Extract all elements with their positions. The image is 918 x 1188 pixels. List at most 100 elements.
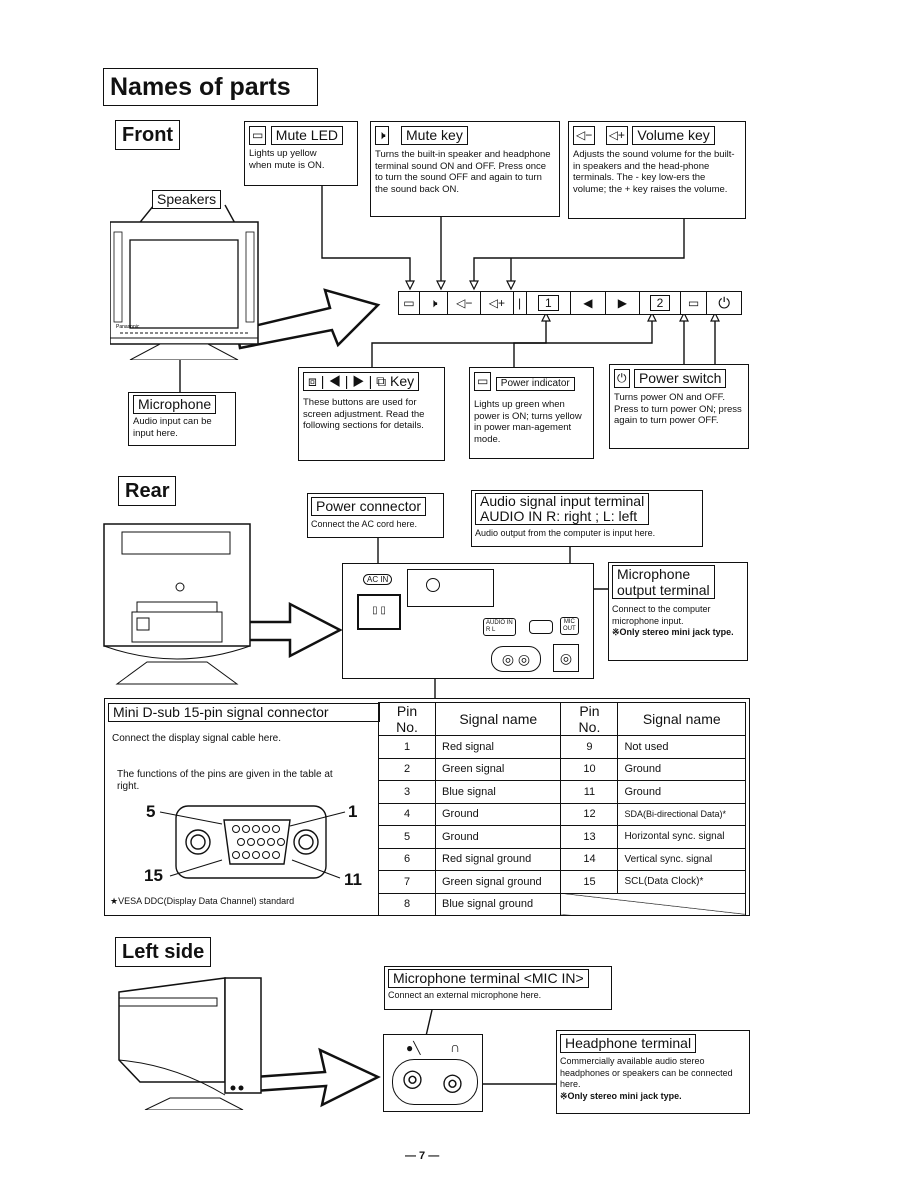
front-control-panel: ▭ 🕨 ◁− ◁+ | 1 ◀ ▶ 2 ▭ ⏻ xyxy=(398,291,742,315)
rear-blank-slot xyxy=(529,620,553,634)
key-2-button[interactable]: 2 xyxy=(640,292,681,314)
mute-key-button[interactable]: 🕨 xyxy=(420,292,449,314)
table-row: 5 Ground 13 Horizontal sync. signal xyxy=(378,825,746,849)
volume-up-icon: ◁+ xyxy=(605,126,628,146)
signal-name: Not used xyxy=(617,735,746,759)
monitor-left-side-illustration xyxy=(115,970,265,1111)
mute-led: ▭ xyxy=(399,292,420,314)
speaker-mute-icon: 🕨 xyxy=(375,126,389,146)
adjust-keys-title: ⧈ | ◀ | ▶ | ⧉ Key xyxy=(303,372,420,391)
pin-number: 3 xyxy=(378,780,436,804)
ac-in-label: AC IN xyxy=(363,574,393,585)
col-pin-no-2: Pin No. xyxy=(560,702,619,736)
callout-mute-key: 🕨 Mute key Turns the built-in speaker an… xyxy=(370,121,560,217)
speakers-label: Speakers xyxy=(152,190,222,209)
monitor-rear-illustration xyxy=(102,522,252,692)
callout-power-indicator: ▭ Power indicator Lights up green when p… xyxy=(469,367,594,459)
page-number: — 7 — xyxy=(405,1150,440,1162)
pin-number: 15 xyxy=(560,870,619,894)
callout-power-connector: Power connector Connect the AC cord here… xyxy=(307,493,444,538)
headphone-note: ※Only stereo mini jack type. xyxy=(560,1090,682,1101)
mic-in-jack[interactable]: ◎ xyxy=(402,1067,423,1091)
callout-mute-led: ▭ Mute LED Lights up yellow when mute is… xyxy=(244,121,358,186)
pin-table-header: Pin No. Signal name Pin No. Signal name xyxy=(378,702,746,736)
pin-number: 12 xyxy=(560,802,619,826)
pin-number: 4 xyxy=(378,802,436,826)
pin-number: 7 xyxy=(378,870,436,894)
power-switch-title: Power switch xyxy=(633,369,727,388)
left-arrow-button[interactable]: ◀ xyxy=(571,292,606,314)
signal-name: Ground xyxy=(617,757,746,781)
callout-headphone: Headphone terminal Commercially availabl… xyxy=(556,1030,750,1114)
headphone-jack[interactable]: ◎ xyxy=(442,1071,463,1095)
table-row: 1 Red signal 9 Not used xyxy=(378,735,746,759)
volume-key-description: Adjusts the sound volume for the built-i… xyxy=(573,149,735,195)
signal-name: Blue signal ground xyxy=(434,892,562,916)
signal-name: Ground xyxy=(434,802,562,826)
mute-led-description: Lights up yellow when mute is ON. xyxy=(249,148,325,171)
audio-in-title: Audio signal input terminal AUDIO IN R: … xyxy=(475,493,650,525)
signal-name: Ground xyxy=(617,780,746,804)
microphone-icon: ●╲ xyxy=(406,1041,421,1055)
callout-adjust-keys: ⧈ | ◀ | ▶ | ⧉ Key These buttons are used… xyxy=(298,367,445,461)
audio-in-jacks[interactable]: ◎ ◎ xyxy=(491,646,541,672)
page-title: Names of parts xyxy=(103,68,318,106)
table-row: 6 Red signal ground 14 Vertical sync. signa… xyxy=(378,847,746,871)
signal-name: Green signal ground xyxy=(434,870,562,894)
pin-label-15: 15 xyxy=(144,866,163,885)
table-row: 2 Green signal 10 Ground xyxy=(378,757,746,781)
mic-out-description: Connect to the computer microphone input… xyxy=(612,604,711,626)
volume-down-button[interactable]: ◁− xyxy=(448,292,482,314)
headphone-description: Commercially available audio stereo head… xyxy=(560,1056,733,1089)
side-jack-panel: ●╲ ∩ ◎ ◎ xyxy=(383,1034,483,1112)
dsub-connector-cover xyxy=(407,569,494,607)
pin-number: 9 xyxy=(560,735,619,759)
headphone-title: Headphone terminal xyxy=(560,1034,697,1053)
signal-name: Horizontal sync. signal xyxy=(617,825,746,849)
power-indicator-led: ▭ xyxy=(681,292,708,314)
mic-in-description: Connect an external microphone here. xyxy=(388,990,542,1000)
pin-number: 10 xyxy=(560,757,619,781)
signal-name: Red signal xyxy=(434,735,562,759)
audio-in-port-label: AUDIO IN R L xyxy=(483,618,516,636)
microphone-title: Microphone xyxy=(133,395,217,414)
volume-key-title: Volume key xyxy=(632,126,715,145)
col-pin-no: Pin No. xyxy=(378,702,436,736)
power-switch-description: Turns power ON and OFF. Press to turn po… xyxy=(614,392,742,427)
mute-key-description: Turns the built-in speaker and headphone… xyxy=(375,149,551,195)
power-connector-description: Connect the AC cord here. xyxy=(311,519,418,529)
monitor-front-illustration: Panasonic xyxy=(109,220,265,361)
adjust-keys-description: These buttons are used for screen adjust… xyxy=(303,397,425,431)
signal-name: Blue signal xyxy=(434,780,562,804)
audio-in-description: Audio output from the computer is input … xyxy=(475,528,656,538)
mute-led-title: Mute LED xyxy=(270,126,344,145)
dsub-pins-note: The functions of the pins are given in t… xyxy=(117,769,333,792)
vesa-footnote: ★VESA DDC(Display Data Channel) standard xyxy=(110,896,295,906)
table-row: 8 Blue signal ground xyxy=(378,892,746,916)
key-1-icon: ⧈ | ◀ | ▶ | ⧉ xyxy=(308,373,391,389)
signal-name: Ground xyxy=(434,825,562,849)
mic-in-title: Microphone terminal <MIC IN> xyxy=(388,969,589,988)
microphone-description: Audio input can be input here. xyxy=(133,416,212,439)
callout-audio-in: Audio signal input terminal AUDIO IN R: … xyxy=(471,490,703,547)
power-icon: ⏻ xyxy=(614,369,630,389)
right-arrow-button[interactable]: ▶ xyxy=(606,292,641,314)
callout-mic-in: Microphone terminal <MIC IN> Connect an … xyxy=(384,966,612,1010)
power-switch-button[interactable]: ⏻ xyxy=(707,292,741,314)
pin-table: Pin No. Signal name Pin No. Signal name … xyxy=(378,702,746,916)
volume-up-button[interactable]: ◁+ xyxy=(481,292,514,314)
pin-number: 6 xyxy=(378,847,436,871)
pin-number: 11 xyxy=(560,780,619,804)
mute-key-title: Mute key xyxy=(401,126,468,145)
dsub-connector-diagram: 5 1 15 11 xyxy=(140,798,370,890)
pin-number: 1 xyxy=(378,735,436,759)
callout-volume-key: ◁− ◁+ Volume key Adjusts the sound volum… xyxy=(568,121,746,219)
table-row: 7 Green signal ground 15 SCL(Data Clock)* xyxy=(378,870,746,894)
power-connector-title: Power connector xyxy=(311,497,427,516)
section-title-left-side: Left side xyxy=(115,937,212,967)
rear-panel: AC IN ▯ ▯ AUDIO IN R L MIC OUT ◎ ◎ ◎ xyxy=(342,563,594,679)
key-1-button[interactable]: 1 xyxy=(527,292,572,314)
mic-out-jack[interactable]: ◎ xyxy=(553,644,579,672)
ac-power-socket[interactable]: ▯ ▯ xyxy=(357,594,401,630)
col-signal-name: Signal name xyxy=(434,702,562,736)
